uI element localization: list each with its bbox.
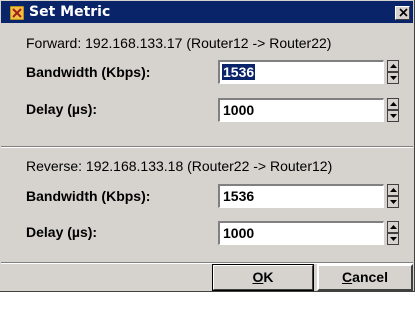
forward-bandwidth-increment[interactable] — [387, 60, 399, 72]
cancel-mnemonic: C — [342, 269, 353, 285]
reverse-bandwidth-increment[interactable] — [387, 184, 399, 196]
title-bar: Set Metric — [1, 1, 413, 23]
arrow-up-icon — [390, 225, 397, 229]
reverse-delay-spinner[interactable]: 1000 — [218, 221, 402, 245]
reverse-bandwidth-decrement[interactable] — [387, 196, 399, 208]
reverse-delay-input[interactable]: 1000 — [218, 221, 384, 245]
reverse-delay-decrement[interactable] — [387, 233, 399, 245]
ok-label-rest: K — [263, 269, 274, 285]
cancel-button[interactable]: Cancel — [317, 264, 413, 291]
forward-bandwidth-spinner[interactable]: 1536 — [218, 60, 402, 84]
forward-delay-input[interactable]: 1000 — [218, 98, 384, 122]
set-metric-dialog: Set Metric Forward: 192.168.133.17 (Rout… — [0, 0, 415, 292]
reverse-delay-increment[interactable] — [387, 221, 399, 233]
ok-mnemonic: O — [252, 269, 264, 285]
reverse-bandwidth-input[interactable]: 1536 — [218, 184, 384, 208]
arrow-down-icon — [390, 200, 397, 204]
forward-bandwidth-input[interactable]: 1536 — [218, 60, 384, 84]
ok-button[interactable]: OK — [212, 264, 314, 291]
forward-delay-spinner[interactable]: 1000 — [218, 98, 402, 122]
arrow-up-icon — [390, 188, 397, 192]
reverse-heading: Reverse: 192.168.133.18 (Router22 -> Rou… — [26, 158, 333, 174]
window-title: Set Metric — [29, 4, 111, 20]
forward-delay-label: Delay (µs): — [26, 101, 98, 117]
forward-delay-increment[interactable] — [387, 98, 399, 110]
arrow-up-icon — [390, 64, 397, 68]
forward-bandwidth-label: Bandwidth (Kbps): — [26, 64, 151, 80]
forward-bandwidth-value: 1536 — [222, 64, 256, 80]
reverse-bandwidth-spinner[interactable]: 1536 — [218, 184, 402, 208]
app-icon — [10, 6, 24, 20]
button-row: OK Cancel — [1, 263, 413, 291]
forward-heading: Forward: 192.168.133.17 (Router12 -> Rou… — [26, 35, 332, 51]
reverse-delay-label: Delay (µs): — [26, 224, 98, 240]
forward-delay-value: 1000 — [223, 102, 255, 118]
arrow-down-icon — [390, 76, 397, 80]
close-icon — [399, 8, 408, 17]
arrow-down-icon — [390, 237, 397, 241]
cancel-label-rest: ancel — [352, 269, 388, 285]
forward-bandwidth-decrement[interactable] — [387, 72, 399, 84]
arrow-down-icon — [390, 114, 397, 118]
forward-section: Forward: 192.168.133.17 (Router12 -> Rou… — [1, 31, 413, 147]
reverse-bandwidth-label: Bandwidth (Kbps): — [26, 188, 151, 204]
close-button[interactable] — [395, 6, 410, 20]
reverse-delay-value: 1000 — [223, 225, 255, 241]
reverse-section: Reverse: 192.168.133.18 (Router22 -> Rou… — [1, 147, 413, 263]
reverse-bandwidth-value: 1536 — [223, 188, 255, 204]
arrow-up-icon — [390, 102, 397, 106]
forward-delay-decrement[interactable] — [387, 110, 399, 122]
